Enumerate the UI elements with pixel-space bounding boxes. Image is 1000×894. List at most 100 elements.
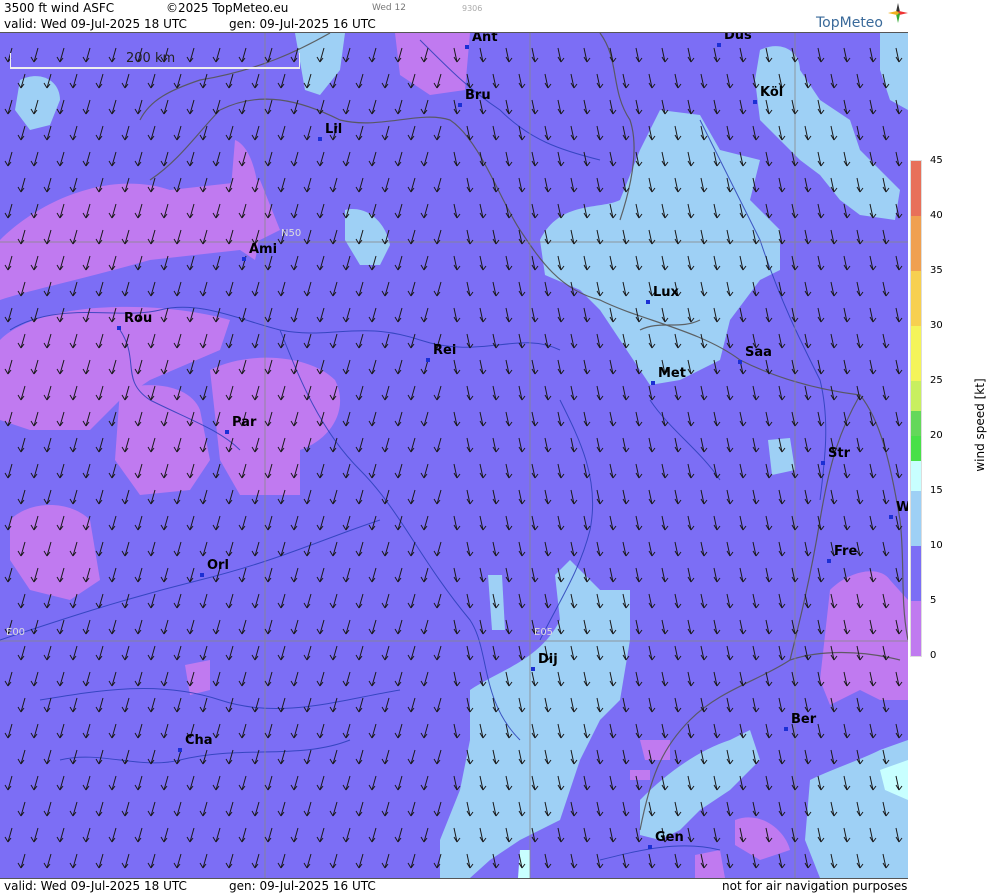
- wind-arrow: [407, 385, 416, 401]
- wind-arrow: [329, 333, 338, 349]
- wind-arrow: [17, 177, 26, 193]
- wind-arrow: [622, 801, 630, 817]
- wind-arrow: [4, 827, 13, 843]
- wind-arrow: [407, 281, 416, 297]
- wind-arrow: [4, 775, 13, 791]
- wind-arrow: [752, 541, 760, 557]
- wind-arrow: [420, 307, 429, 323]
- wind-arrow: [752, 125, 760, 141]
- wind-arrow: [381, 281, 390, 297]
- wind-arrow: [622, 385, 630, 401]
- wind-arrow: [199, 593, 208, 609]
- wind-arrow: [381, 593, 390, 609]
- wind-arrow: [199, 489, 208, 505]
- wind-arrow: [804, 281, 812, 297]
- wind-arrow: [557, 411, 565, 427]
- wind-arrow: [43, 593, 52, 609]
- wind-arrow: [186, 151, 195, 167]
- wind-arrow: [316, 515, 325, 531]
- wind-arrow: [251, 853, 260, 869]
- wind-arrow: [557, 827, 565, 843]
- wind-arrow: [134, 99, 143, 115]
- wind-arrow: [687, 515, 695, 531]
- wind-arrow: [394, 203, 403, 219]
- wind-arrow: [518, 385, 526, 401]
- wind-arrow: [212, 515, 221, 531]
- wind-arrow: [368, 827, 377, 843]
- wind-arrow: [316, 775, 325, 791]
- wind-arrow: [251, 73, 260, 89]
- wind-arrow: [394, 255, 403, 271]
- wind-arrow: [505, 619, 513, 635]
- wind-arrow: [95, 281, 104, 297]
- wind-arrow: [713, 359, 721, 375]
- wind-arrow: [394, 411, 403, 427]
- wind-arrow: [30, 827, 39, 843]
- wind-arrow: [407, 125, 416, 141]
- wind-arrow: [765, 411, 773, 427]
- wind-arrow: [381, 73, 390, 89]
- wind-arrow: [518, 541, 526, 557]
- legend-tick-15: 15: [930, 485, 943, 496]
- wind-arrow: [453, 307, 461, 323]
- wind-arrow: [277, 177, 286, 193]
- wind-arrow: [173, 697, 182, 713]
- wind-arrow: [407, 489, 416, 505]
- wind-arrow: [700, 437, 708, 453]
- wind-arrow: [778, 333, 786, 349]
- wind-arrow: [264, 515, 273, 531]
- wind-arrow: [420, 619, 429, 635]
- wind-arrow: [635, 671, 643, 687]
- wind-arrow: [290, 151, 299, 167]
- wind-arrow: [726, 593, 734, 609]
- wind-arrow: [368, 619, 377, 635]
- wind-arrow: [316, 619, 325, 635]
- wind-arrow: [303, 333, 312, 349]
- wind-arrow: [687, 99, 695, 115]
- wind-arrow: [492, 645, 500, 661]
- wind-arrow: [531, 47, 539, 63]
- wind-arrow: [69, 489, 78, 505]
- wind-arrow: [882, 385, 890, 401]
- wind-arrow: [199, 645, 208, 661]
- wind-arrow: [368, 99, 377, 115]
- wind-arrow: [147, 801, 156, 817]
- wind-arrow: [882, 125, 890, 141]
- wind-arrow: [381, 697, 390, 713]
- wind-arrow: [43, 645, 52, 661]
- wind-arrow: [544, 177, 552, 193]
- map-header: 3500 ft wind ASFC ©2025 TopMeteo.eu Wed …: [0, 0, 908, 33]
- wind-arrow: [739, 47, 747, 63]
- wind-arrow: [817, 307, 825, 323]
- wind-arrow: [531, 99, 539, 115]
- wind-arrow: [674, 749, 682, 765]
- wind-arrow: [160, 99, 169, 115]
- wind-arrow: [316, 255, 325, 271]
- wind-arrow: [726, 541, 734, 557]
- wind-map[interactable]: 200 km N50 E00 E05 Ant Düs Bru Köl Lil A…: [0, 33, 908, 878]
- wind-arrow: [687, 463, 695, 479]
- wind-arrow: [505, 151, 513, 167]
- wind-arrow: [329, 593, 338, 609]
- wind-arrow: [570, 437, 578, 453]
- wind-arrow: [622, 125, 630, 141]
- wind-arrow: [264, 99, 273, 115]
- wind-arrow: [147, 541, 156, 557]
- wind-arrow: [778, 541, 786, 557]
- wind-arrow: [635, 723, 643, 739]
- wind-arrow: [752, 645, 760, 661]
- wind-arrow: [804, 489, 812, 505]
- wind-arrow: [466, 333, 474, 349]
- wind-arrow: [290, 307, 299, 323]
- wind-arrow: [30, 619, 39, 635]
- wind-arrow: [804, 593, 812, 609]
- wind-arrow: [173, 593, 182, 609]
- wind-arrow: [453, 151, 461, 167]
- wind-arrow: [394, 567, 403, 583]
- wind-arrow: [687, 411, 695, 427]
- wind-arrow: [856, 125, 864, 141]
- wind-arrow: [830, 385, 838, 401]
- wind-arrow: [804, 333, 812, 349]
- wind-arrow: [329, 281, 338, 297]
- wind-arrow: [778, 177, 786, 193]
